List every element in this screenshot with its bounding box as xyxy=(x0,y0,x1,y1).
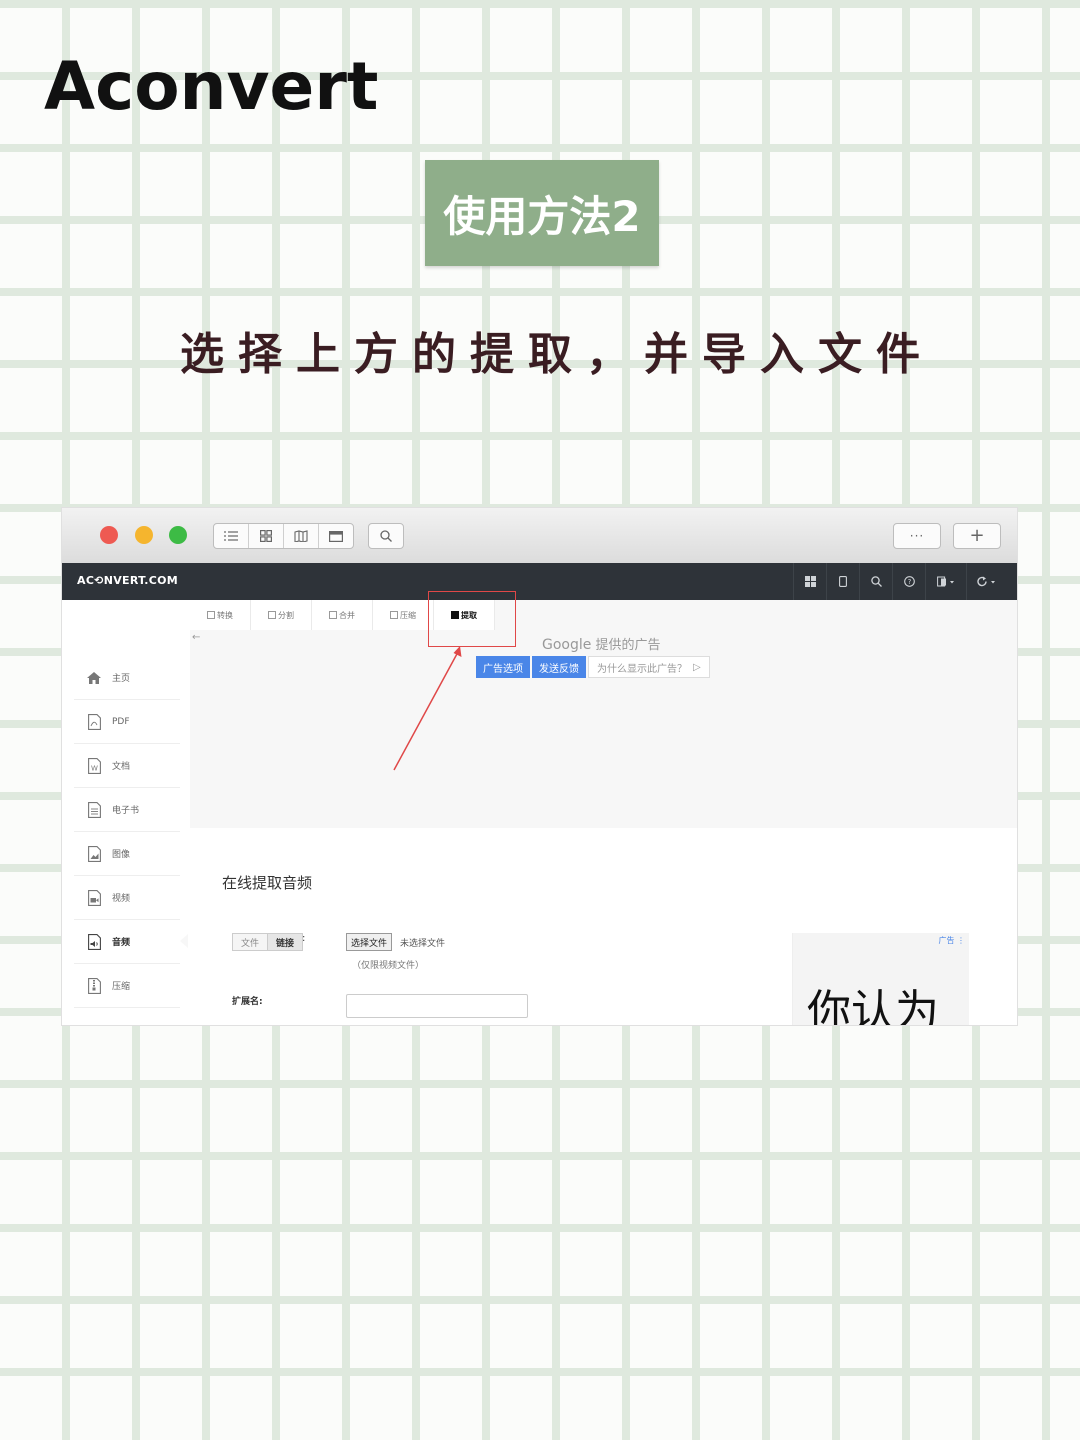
why-this-ad-text: 为什么显示此广告？ xyxy=(597,663,687,675)
source-colon: : xyxy=(302,933,306,944)
tab-label: 转换 xyxy=(217,610,233,620)
browser-window: ··· + AC⟲NVERT.COM ? 转换 分割 合并 压缩 提取 ← Go… xyxy=(62,508,1017,1025)
view-toolbar xyxy=(213,523,354,549)
pdf-icon xyxy=(86,713,102,731)
archive-icon xyxy=(86,977,102,995)
play-icon: ▷ xyxy=(693,661,701,673)
source-file-option[interactable]: 文件 xyxy=(233,934,268,950)
why-this-ad-link[interactable]: 为什么显示此广告？ ▷ xyxy=(588,656,710,678)
choose-file-button[interactable]: 选择文件 xyxy=(346,933,393,951)
tab-convert[interactable]: 转换 xyxy=(190,600,251,630)
sidebar-item-ebook[interactable]: 电子书 xyxy=(74,788,180,832)
checkbox-icon xyxy=(268,611,276,619)
sidebar-item-video[interactable]: 视频 xyxy=(74,876,180,920)
tab-label: 分割 xyxy=(278,610,294,620)
ad-tag: 广告 ⋮ xyxy=(938,935,965,946)
kebab-icon: ⋮ xyxy=(957,936,965,945)
help-icon[interactable]: ? xyxy=(892,563,925,600)
source-link-option[interactable]: 链接 xyxy=(267,934,303,950)
audio-icon xyxy=(86,933,102,951)
sidebar-item-label: 文档 xyxy=(112,762,131,772)
list-icon[interactable] xyxy=(214,524,249,548)
tablet-icon[interactable] xyxy=(826,563,859,600)
zoom-window-button[interactable] xyxy=(169,526,187,544)
site-navbar: AC⟲NVERT.COM ? xyxy=(62,563,1017,600)
method-badge: 使用方法2 xyxy=(425,160,659,266)
back-arrow-icon[interactable]: ← xyxy=(192,632,200,643)
sidebar-item-label: 图像 xyxy=(112,850,131,860)
plus-icon: + xyxy=(969,525,985,546)
tab-compress[interactable]: 压缩 xyxy=(373,600,434,630)
grid-icon[interactable] xyxy=(249,524,284,548)
checkbox-icon xyxy=(390,611,398,619)
close-window-button[interactable] xyxy=(100,526,118,544)
language-icon[interactable] xyxy=(925,563,966,600)
more-icon: ··· xyxy=(909,529,925,543)
tab-label: 合并 xyxy=(339,610,355,620)
side-ad[interactable]: 广告 ⋮ 你认为 xyxy=(792,933,969,1025)
sidebar-item-label: 视频 xyxy=(112,894,131,904)
site-logo[interactable]: AC⟲NVERT.COM xyxy=(77,574,178,587)
send-feedback-button[interactable]: 发送反馈 xyxy=(532,656,586,678)
checkbox-icon xyxy=(329,611,337,619)
sidebar-item-label: PDF xyxy=(112,716,130,727)
checkbox-icon xyxy=(207,611,215,619)
file-status: 未选择文件 xyxy=(400,939,446,949)
svg-text:W: W xyxy=(91,764,98,772)
ad-tag-label: 广告 xyxy=(938,936,955,945)
new-tab-button[interactable]: + xyxy=(953,523,1001,549)
tab-split[interactable]: 分割 xyxy=(251,600,312,630)
ad-header: Google 提供的广告 xyxy=(542,634,661,653)
search-icon[interactable] xyxy=(369,524,403,548)
sidebar-item-label: 音频 xyxy=(112,938,131,948)
word-icon: W xyxy=(86,757,102,775)
ebook-icon xyxy=(86,801,102,819)
svg-text:?: ? xyxy=(907,578,911,586)
annotation-arrow xyxy=(393,646,462,771)
sidebar-item-audio[interactable]: 音频 xyxy=(74,920,180,964)
search-icon[interactable] xyxy=(859,563,892,600)
sidebar-item-image[interactable]: 图像 xyxy=(74,832,180,876)
minimize-window-button[interactable] xyxy=(135,526,153,544)
sidebar-item-document[interactable]: W 文档 xyxy=(74,744,180,788)
map-icon[interactable] xyxy=(284,524,319,548)
instruction-text: 选择上方的提取，并导入文件 xyxy=(180,329,934,380)
active-item-pointer xyxy=(180,934,188,948)
sidebar-item-archive[interactable]: 压缩 xyxy=(74,964,180,1008)
ad-options-button[interactable]: 广告选项 xyxy=(476,656,530,678)
tab-label: 压缩 xyxy=(400,610,416,620)
file-hint: （仅限视频文件） xyxy=(352,961,425,971)
refresh-icon[interactable] xyxy=(966,563,1007,600)
page-title: Aconvert xyxy=(44,48,379,125)
apps-icon[interactable] xyxy=(793,563,826,600)
sidebar-item-home[interactable]: 主页 xyxy=(74,656,180,700)
sidebar-item-label: 压缩 xyxy=(112,982,131,992)
browser-titlebar: ··· + xyxy=(62,508,1017,564)
source-toggle: 文件 链接 xyxy=(232,933,304,951)
extension-label: 扩展名: xyxy=(232,997,263,1007)
sidebar-item-label: 电子书 xyxy=(112,806,140,816)
sidebar-item-pdf[interactable]: PDF xyxy=(74,700,180,744)
search-toolbar xyxy=(368,523,404,549)
extension-input[interactable] xyxy=(346,994,528,1018)
sidebar-item-label: 主页 xyxy=(112,674,131,684)
window-icon[interactable] xyxy=(319,524,353,548)
side-ad-text: 你认为 xyxy=(807,986,939,1025)
video-icon xyxy=(86,889,102,907)
home-icon xyxy=(86,669,102,687)
category-sidebar: 主页 PDF W 文档 电子书 图像 视频 音频 压缩 xyxy=(74,656,180,1008)
more-button[interactable]: ··· xyxy=(893,523,941,549)
tab-merge[interactable]: 合并 xyxy=(312,600,373,630)
google-logo: Google xyxy=(542,637,592,653)
section-heading: 在线提取音频 xyxy=(222,874,313,892)
image-icon xyxy=(86,845,102,863)
ad-provider-label: 提供的广告 xyxy=(595,638,661,653)
